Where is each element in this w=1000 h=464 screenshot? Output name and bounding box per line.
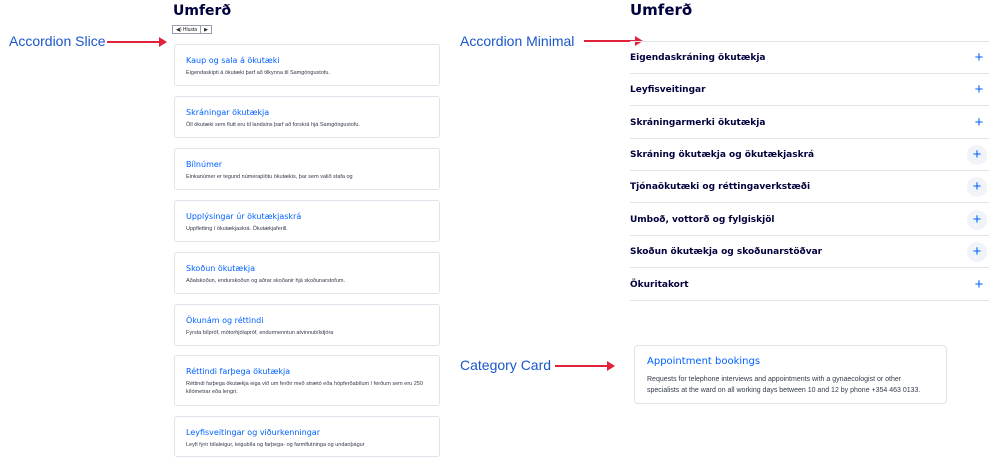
plus-icon[interactable]: + bbox=[967, 241, 987, 262]
listen-button[interactable]: ◀) Hlusta bbox=[173, 26, 200, 33]
plus-icon[interactable]: + bbox=[971, 115, 987, 131]
slice-card-desc: Eigendaskipti á ökutæki þarf að tilkynna… bbox=[186, 70, 330, 76]
accordion-item-3[interactable]: Skráning ökutækja og ökutækjaskrá + bbox=[630, 139, 989, 171]
slice-card-desc: Uppfletting í ökutækjaskrá. Ökutækjaferi… bbox=[186, 226, 288, 232]
category-card-desc: Requests for telephone interviews and ap… bbox=[647, 376, 921, 394]
accordion-item-7[interactable]: Ökuritakort + bbox=[630, 269, 989, 301]
slice-card-title[interactable]: Upplýsingar úr ökutækjaskrá bbox=[186, 211, 429, 222]
slice-card-desc: Aðalskoðun, endurskoðun og aðrar skoðani… bbox=[186, 278, 345, 284]
accordion-item-0[interactable]: Eigendaskráning ökutækja + bbox=[630, 42, 989, 74]
accordion-item-label[interactable]: Skráning ökutækja og ökutækjaskrá bbox=[630, 150, 814, 160]
slice-card-title[interactable]: Skráningar ökutækja bbox=[186, 107, 429, 118]
slice-card-desc: Fyrsta bílpróf, mótorhjólapróf, endurmen… bbox=[186, 330, 334, 336]
slice-card-title[interactable]: Skoðun ökutækja bbox=[186, 263, 429, 274]
minimal-panel-title: Umferð bbox=[630, 1, 693, 19]
accordion-item-label[interactable]: Leyfisveitingar bbox=[630, 85, 706, 95]
slice-panel-title: Umferð bbox=[173, 3, 232, 19]
slice-card-title[interactable]: Bílnúmer bbox=[186, 159, 429, 170]
slice-card-1[interactable]: Skráningar ökutækja Öll ökutæki sem flut… bbox=[174, 96, 440, 138]
slice-card-4[interactable]: Skoðun ökutækja Aðalskoðun, endurskoðun … bbox=[174, 252, 440, 294]
accordion-item-6[interactable]: Skoðun ökutækja og skoðunarstöðvar + bbox=[630, 236, 989, 268]
annotation-arrow-slice bbox=[107, 37, 167, 47]
slice-card-7[interactable]: Leyfisveitingar og viðurkenningar Leyfi … bbox=[174, 416, 440, 457]
accordion-item-4[interactable]: Tjónaökutæki og réttingaverkstæði + bbox=[630, 171, 989, 203]
slice-card-title[interactable]: Réttindi farþega ökutækja bbox=[186, 366, 429, 377]
accordion-item-label[interactable]: Eigendaskráning ökutækja bbox=[630, 53, 765, 63]
slice-card-desc: Einkanúmer er tegund númeraplötu ökutæki… bbox=[186, 174, 353, 180]
plus-icon[interactable]: + bbox=[971, 277, 987, 293]
accordion-item-5[interactable]: Umboð, vottorð og fylgiskjöl + bbox=[630, 204, 989, 236]
plus-icon[interactable]: + bbox=[967, 144, 987, 165]
plus-icon[interactable]: + bbox=[971, 50, 987, 66]
annotation-accordion-minimal: Accordion Minimal bbox=[460, 33, 575, 49]
accordion-item-label[interactable]: Tjónaökutæki og réttingaverkstæði bbox=[630, 182, 810, 192]
accordion-item-label[interactable]: Ökuritakort bbox=[630, 280, 689, 290]
slice-card-title[interactable]: Kaup og sala á ökutæki bbox=[186, 55, 429, 66]
slice-card-title[interactable]: Leyfisveitingar og viðurkenningar bbox=[186, 427, 429, 438]
slice-card-0[interactable]: Kaup og sala á ökutæki Eigendaskipti á ö… bbox=[174, 44, 440, 86]
accordion-item-label[interactable]: Skráningarmerki ökutækja bbox=[630, 118, 765, 128]
annotation-accordion-slice: Accordion Slice bbox=[9, 33, 106, 49]
slice-card-2[interactable]: Bílnúmer Einkanúmer er tegund númeraplöt… bbox=[174, 148, 440, 190]
slice-card-5[interactable]: Ökunám og réttindi Fyrsta bílpróf, mótor… bbox=[174, 304, 440, 346]
slice-card-title[interactable]: Ökunám og réttindi bbox=[186, 315, 429, 326]
listen-toggle[interactable]: ◀) Hlusta ▶ bbox=[172, 25, 212, 34]
category-card-title[interactable]: Appointment bookings bbox=[647, 356, 934, 367]
accordion-item-label[interactable]: Umboð, vottorð og fylgiskjöl bbox=[630, 215, 775, 225]
plus-icon[interactable]: + bbox=[971, 82, 987, 98]
accordion-item-1[interactable]: Leyfisveitingar + bbox=[630, 74, 989, 106]
accordion-item-label[interactable]: Skoðun ökutækja og skoðunarstöðvar bbox=[630, 247, 822, 257]
play-icon[interactable]: ▶ bbox=[200, 26, 211, 33]
slice-card-desc: Leyfi fyrir bílaleigur, leigubíla og far… bbox=[186, 442, 365, 448]
slice-card-desc: Öll ökutæki sem flutt eru til landsins þ… bbox=[186, 122, 360, 128]
slice-card-6[interactable]: Réttindi farþega ökutækja Réttindi farþe… bbox=[174, 355, 440, 406]
annotation-arrow-category bbox=[555, 361, 615, 371]
slice-card-3[interactable]: Upplýsingar úr ökutækjaskrá Uppfletting … bbox=[174, 200, 440, 242]
plus-icon[interactable]: + bbox=[967, 176, 987, 197]
slice-card-desc: Réttindi farþega ökutækja eiga við um fe… bbox=[186, 381, 423, 395]
category-card[interactable]: Appointment bookings Requests for teleph… bbox=[634, 345, 947, 404]
accordion-item-2[interactable]: Skráningarmerki ökutækja + bbox=[630, 107, 989, 139]
plus-icon[interactable]: + bbox=[967, 209, 987, 230]
annotation-category-card: Category Card bbox=[460, 357, 552, 373]
